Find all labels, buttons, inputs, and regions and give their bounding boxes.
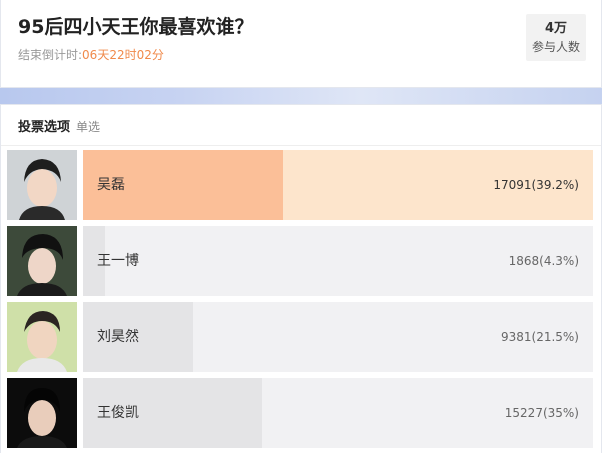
vote-count: 1868(4.3%) [508,254,579,268]
avatar-image [7,150,77,220]
vote-option-1[interactable]: 吴磊 17091(39.2%) [7,150,593,220]
vote-mode-label: 单选 [76,120,101,134]
vote-option-3[interactable]: 刘昊然 9381(21.5%) [7,302,593,372]
countdown-label: 结束倒计时: [18,48,83,62]
poll-title: 95后四小天王你最喜欢谁？ [18,16,254,38]
candidate-name: 王一博 [97,253,139,269]
countdown-value: 06天22时02分 [82,48,164,62]
vote-bar: 王俊凯 15227(35%) [83,378,593,448]
participants-count: 4万 [544,21,568,36]
avatar-image [7,302,77,372]
participants-label: 参与人数 [531,40,580,54]
section-divider [0,88,602,104]
avatar-image [7,378,77,448]
vote-options-header: 投票选项 单选 [18,117,100,137]
vote-option-2[interactable]: 王一博 1868(4.3%) [7,226,593,296]
vote-bar: 王一博 1868(4.3%) [83,226,593,296]
vote-count: 9381(21.5%) [500,330,579,344]
avatar-image [7,226,77,296]
candidate-avatar [7,302,77,372]
candidate-avatar [7,378,77,448]
candidate-name: 王俊凯 [97,405,139,421]
header-divider [1,145,601,146]
countdown: 结束倒计时:06天22时02分 [18,47,164,63]
participants-box: 4万 参与人数 [526,14,586,61]
vote-count: 17091(39.2%) [493,178,579,192]
vote-bar: 刘昊然 9381(21.5%) [83,302,593,372]
candidate-name: 刘昊然 [97,329,139,345]
poll-header: 95后四小天王你最喜欢谁？ 结束倒计时:06天22时02分 4万 参与人数 [0,0,602,88]
vote-option-4[interactable]: 王俊凯 15227(35%) [7,378,593,448]
vote-bar: 吴磊 17091(39.2%) [83,150,593,220]
vote-options-panel: 投票选项 单选 吴磊 17091(39.2%) 王一博 1868(4.3%) 刘… [0,104,602,453]
candidate-avatar [7,150,77,220]
vote-options-title: 投票选项 [18,120,71,135]
candidate-name: 吴磊 [97,177,125,193]
candidate-avatar [7,226,77,296]
vote-count: 15227(35%) [504,406,579,420]
